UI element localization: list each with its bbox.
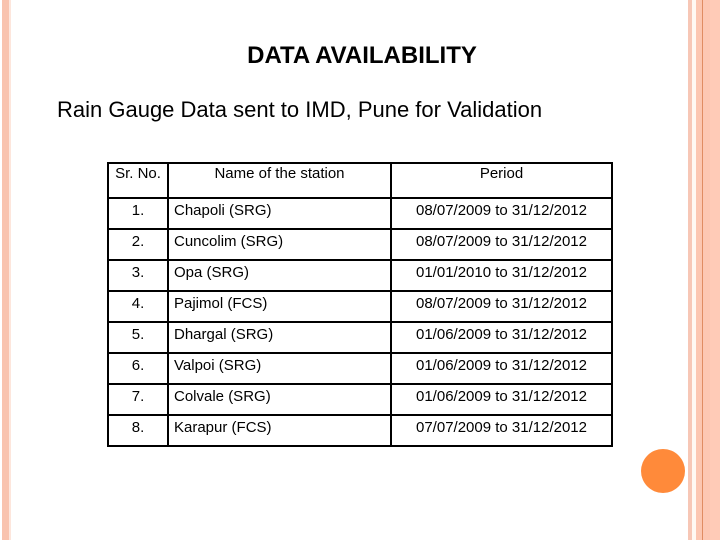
cell-period-text: 08/07/2009 to 31/12/2012 xyxy=(416,202,587,219)
cell-station-text: Pajimol (FCS) xyxy=(174,295,268,312)
table-row: 5. Dhargal (SRG) 01/06/2009 to 31/12/2012 xyxy=(107,321,613,354)
cell-sr-no-text: 7. xyxy=(131,388,145,405)
slide-title-text: DATA AVAILABILITY xyxy=(247,42,477,69)
data-availability-table: Sr. No. Name of the station Period 1. Cha… xyxy=(107,162,613,447)
cell-station: Cuncolim (SRG) xyxy=(167,228,392,261)
cell-period-text: 01/06/2009 to 31/12/2012 xyxy=(416,357,587,374)
cell-sr-no-text: 5. xyxy=(131,326,145,343)
cell-station-text: Valpoi (SRG) xyxy=(174,357,262,374)
table-row: 2. Cuncolim (SRG) 08/07/2009 to 31/12/2012 xyxy=(107,228,613,261)
cell-period-text: 08/07/2009 to 31/12/2012 xyxy=(416,233,587,250)
header-sr-no-label: Sr. No. xyxy=(115,165,161,182)
cell-sr-no: 1. xyxy=(107,197,169,230)
header-station: Name of the station xyxy=(167,162,392,199)
table-row: 3. Opa (SRG) 01/01/2010 to 31/12/2012 xyxy=(107,259,613,292)
cell-sr-no-text: 6. xyxy=(131,357,145,374)
cell-sr-no: 2. xyxy=(107,228,169,261)
cell-station-text: Dhargal (SRG) xyxy=(174,326,274,343)
cell-sr-no: 8. xyxy=(107,414,169,447)
cell-period: 01/01/2010 to 31/12/2012 xyxy=(390,259,613,292)
cell-station: Chapoli (SRG) xyxy=(167,197,392,230)
cell-sr-no: 4. xyxy=(107,290,169,323)
cell-sr-no-text: 4. xyxy=(131,295,145,312)
header-period-label: Period xyxy=(479,165,524,182)
cell-station: Dhargal (SRG) xyxy=(167,321,392,354)
cell-sr-no-text: 3. xyxy=(131,264,145,281)
table-header-row: Sr. No. Name of the station Period xyxy=(107,162,613,199)
cell-station: Valpoi (SRG) xyxy=(167,352,392,385)
cell-period-text: 01/06/2009 to 31/12/2012 xyxy=(416,326,587,343)
cell-station: Karapur (FCS) xyxy=(167,414,392,447)
cell-sr-no: 5. xyxy=(107,321,169,354)
cell-sr-no: 6. xyxy=(107,352,169,385)
right-border-stripe xyxy=(703,0,710,540)
header-station-label: Name of the station xyxy=(214,165,345,182)
cell-station-text: Opa (SRG) xyxy=(174,264,250,281)
cell-period: 08/07/2009 to 31/12/2012 xyxy=(390,197,613,230)
cell-period-text: 08/07/2009 to 31/12/2012 xyxy=(416,295,587,312)
cell-sr-no-text: 8. xyxy=(131,419,145,436)
cell-period-text: 07/07/2009 to 31/12/2012 xyxy=(416,419,587,436)
decorative-orange-circle xyxy=(641,449,685,493)
cell-station: Opa (SRG) xyxy=(167,259,392,292)
cell-period-text: 01/01/2010 to 31/12/2012 xyxy=(416,264,587,281)
cell-station-text: Cuncolim (SRG) xyxy=(174,233,284,250)
cell-station-text: Chapoli (SRG) xyxy=(174,202,272,219)
cell-station-text: Colvale (SRG) xyxy=(174,388,271,405)
cell-period: 08/07/2009 to 31/12/2012 xyxy=(390,290,613,323)
cell-station: Colvale (SRG) xyxy=(167,383,392,416)
slide-title: DATA AVAILABILITY xyxy=(0,42,720,70)
cell-station: Pajimol (FCS) xyxy=(167,290,392,323)
left-border-stripe-inner xyxy=(9,0,11,540)
header-sr-no: Sr. No. xyxy=(107,162,169,199)
cell-period: 01/06/2009 to 31/12/2012 xyxy=(390,321,613,354)
table-row: 6. Valpoi (SRG) 01/06/2009 to 31/12/2012 xyxy=(107,352,613,385)
cell-period: 08/07/2009 to 31/12/2012 xyxy=(390,228,613,261)
cell-sr-no-text: 2. xyxy=(131,233,145,250)
cell-period: 07/07/2009 to 31/12/2012 xyxy=(390,414,613,447)
cell-sr-no: 7. xyxy=(107,383,169,416)
left-border-stripe xyxy=(2,0,9,540)
table-row: 7. Colvale (SRG) 01/06/2009 to 31/12/2012 xyxy=(107,383,613,416)
header-period: Period xyxy=(390,162,613,199)
table-row: 8. Karapur (FCS) 07/07/2009 to 31/12/2012 xyxy=(107,414,613,447)
cell-sr-no-text: 1. xyxy=(131,202,145,219)
table-row: 4. Pajimol (FCS) 08/07/2009 to 31/12/2012 xyxy=(107,290,613,323)
cell-period: 01/06/2009 to 31/12/2012 xyxy=(390,383,613,416)
right-border-stripe xyxy=(710,0,720,540)
cell-period-text: 01/06/2009 to 31/12/2012 xyxy=(416,388,587,405)
table-row: 1. Chapoli (SRG) 08/07/2009 to 31/12/2012 xyxy=(107,197,613,230)
cell-period: 01/06/2009 to 31/12/2012 xyxy=(390,352,613,385)
slide-subtitle: Rain Gauge Data sent to IMD, Pune for Va… xyxy=(57,97,543,122)
cell-sr-no: 3. xyxy=(107,259,169,292)
cell-station-text: Karapur (FCS) xyxy=(174,419,272,436)
